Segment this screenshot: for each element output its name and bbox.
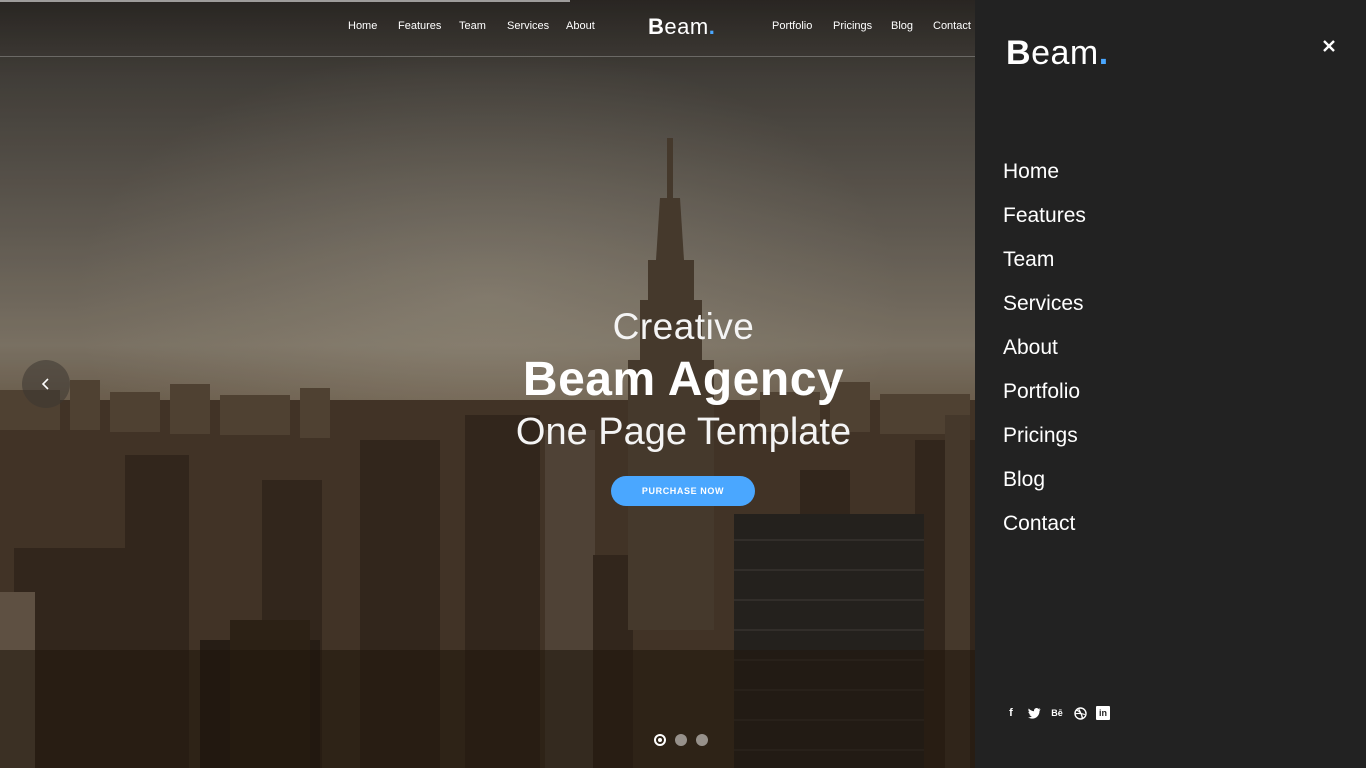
side-menu-item-features[interactable]: Features [1003, 198, 1086, 242]
side-menu-item-home[interactable]: Home [1003, 154, 1086, 198]
nav-link-services[interactable]: Services [507, 20, 549, 32]
logo-text: eam [1031, 34, 1099, 72]
twitter-icon[interactable] [1027, 706, 1041, 720]
side-menu-panel: Beam. Home Features Team Services About … [975, 0, 1366, 768]
side-menu-list: Home Features Team Services About Portfo… [1003, 154, 1086, 550]
side-menu-item-portfolio[interactable]: Portfolio [1003, 374, 1086, 418]
side-menu-item-team[interactable]: Team [1003, 242, 1086, 286]
logo-letter: B [648, 14, 665, 39]
nav-link-about[interactable]: About [566, 20, 595, 32]
top-navigation: Home Features Team Services About Beam. … [0, 0, 975, 57]
close-menu-button[interactable] [1319, 37, 1339, 57]
chevron-left-icon [41, 378, 49, 390]
social-links: f Bē in [1004, 706, 1110, 720]
nav-link-home[interactable]: Home [348, 20, 377, 32]
side-menu-item-contact[interactable]: Contact [1003, 506, 1086, 550]
twitter-bird-shape [1027, 707, 1040, 719]
purchase-now-button[interactable]: PURCHASE NOW [611, 476, 755, 506]
slider-pagination [654, 734, 708, 746]
close-icon [1323, 40, 1335, 52]
side-menu-item-services[interactable]: Services [1003, 286, 1086, 330]
logo-dot: . [1098, 34, 1109, 72]
nav-link-portfolio[interactable]: Portfolio [772, 20, 812, 32]
facebook-icon[interactable]: f [1004, 706, 1018, 720]
slider-dot-3[interactable] [696, 734, 708, 746]
nav-link-team[interactable]: Team [459, 20, 486, 32]
slider-dot-1[interactable] [654, 734, 666, 746]
logo-text: eam [664, 14, 709, 39]
slider-dot-2[interactable] [675, 734, 687, 746]
dribbble-ball-shape [1073, 706, 1087, 720]
side-menu-logo[interactable]: Beam. [1006, 34, 1109, 73]
nav-link-pricings[interactable]: Pricings [833, 20, 872, 32]
logo-dot: . [708, 14, 716, 39]
behance-icon[interactable]: Bē [1050, 706, 1064, 720]
hero-title-line-2: Beam Agency [522, 353, 845, 406]
slider-prev-button[interactable] [22, 360, 70, 408]
hero-slider: Home Features Team Services About Beam. … [0, 0, 975, 768]
nav-link-contact[interactable]: Contact [933, 20, 971, 32]
nav-link-blog[interactable]: Blog [891, 20, 913, 32]
side-menu-item-pricings[interactable]: Pricings [1003, 418, 1086, 462]
hero-title-line-3: One Page Template [515, 411, 852, 453]
side-menu-item-blog[interactable]: Blog [1003, 462, 1086, 506]
side-menu-item-about[interactable]: About [1003, 330, 1086, 374]
site-logo[interactable]: Beam. [648, 14, 715, 40]
dribbble-icon[interactable] [1073, 706, 1087, 720]
linkedin-icon[interactable]: in [1096, 706, 1110, 720]
nav-link-features[interactable]: Features [398, 20, 441, 32]
logo-letter: B [1006, 34, 1032, 72]
hero-title-line-1: Creative [612, 306, 755, 347]
